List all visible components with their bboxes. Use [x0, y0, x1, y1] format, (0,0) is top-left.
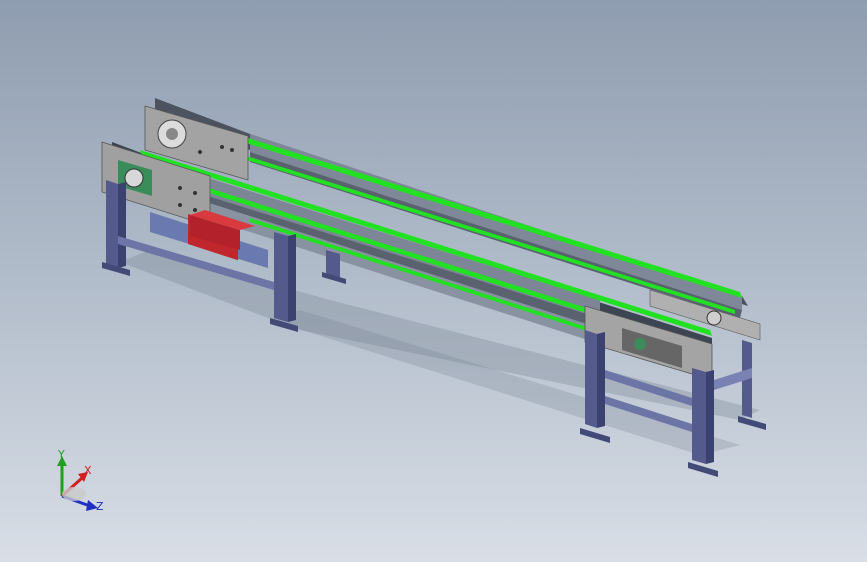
y-axis-label: Y [57, 448, 65, 461]
z-axis-label: Z [96, 500, 104, 513]
x-axis-label: X [84, 464, 92, 477]
triad-origin [62, 487, 86, 501]
graphics-viewport[interactable]: Y X Z [0, 0, 867, 562]
view-orientation-triad[interactable]: Y X Z [48, 448, 108, 514]
conveyor-model[interactable] [0, 0, 867, 562]
